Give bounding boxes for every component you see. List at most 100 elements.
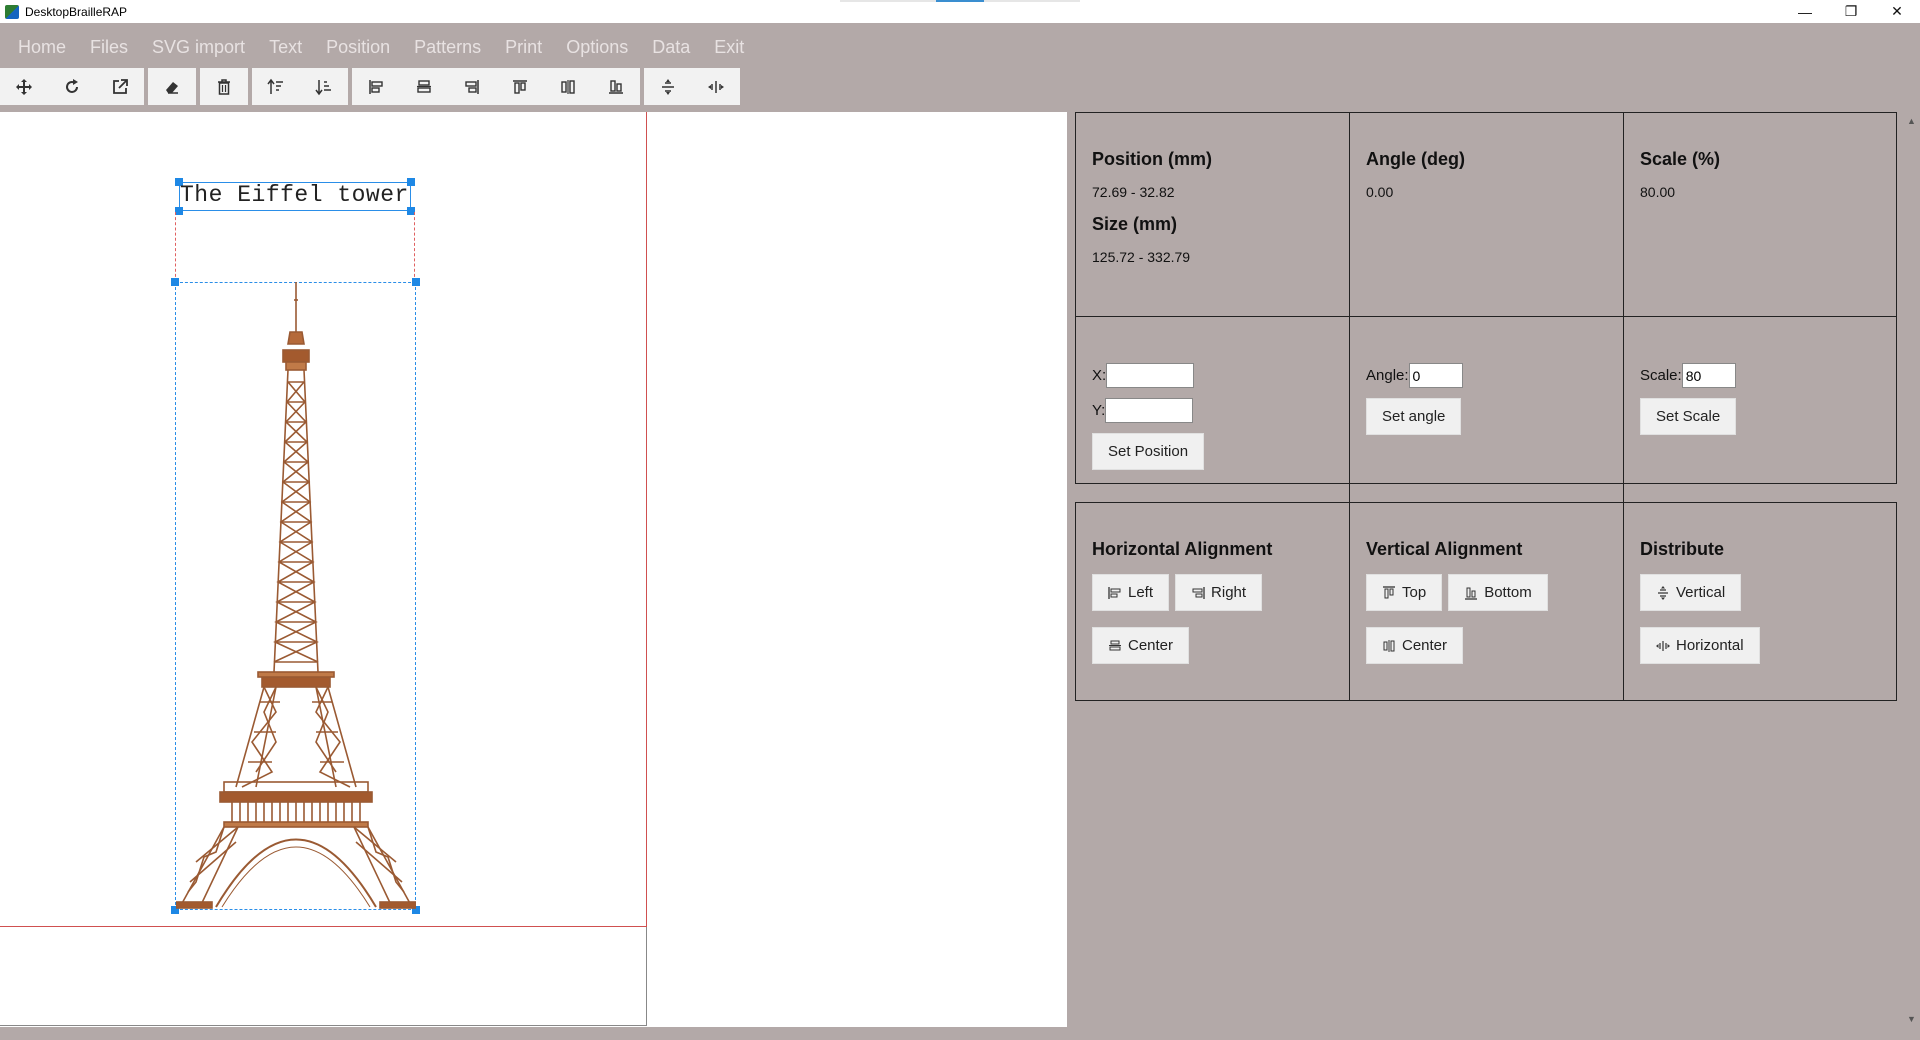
external-link-icon[interactable] [96,68,144,105]
y-label: Y: [1092,402,1106,419]
input-grid: X: Y: Set Position Angle: Set angle Scal… [1075,317,1897,502]
align-v-center-button[interactable]: Center [1366,627,1464,664]
scale-editor: Scale: Set Scale [1624,317,1898,502]
menu-home[interactable]: Home [6,23,78,71]
x-input[interactable] [1106,363,1195,388]
position-info: Position (mm) 72.69 - 32.82 Size (mm) 12… [1076,113,1350,316]
angle-value: 0.00 [1366,184,1394,200]
align-h-center-label: Center [1128,637,1174,654]
eraser-icon[interactable] [148,68,196,105]
set-angle-button[interactable]: Set angle [1366,398,1462,435]
align-left-icon [1108,586,1121,599]
set-angle-label: Set angle [1382,408,1446,425]
set-position-label: Set Position [1108,443,1189,460]
angle-info: Angle (deg) 0.00 [1350,113,1624,316]
alignment-grid: Horizontal Alignment Left Right Center V… [1075,502,1897,701]
size-label: Size (mm) [1092,214,1178,234]
align-bottom-label: Bottom [1484,584,1532,601]
scale-label: Scale (%) [1640,149,1721,169]
align-right-button[interactable]: Right [1175,574,1263,611]
menu-files[interactable]: Files [78,23,140,71]
minimize-button[interactable]: — [1782,0,1828,23]
restore-button[interactable]: ❐ [1828,0,1874,23]
menu-print[interactable]: Print [493,23,554,71]
align-left-label: Left [1128,584,1154,601]
sort-desc-icon[interactable] [300,68,348,105]
menu-text[interactable]: Text [257,23,314,71]
scale-info: Scale (%) 80.00 [1624,113,1898,316]
title-progress [840,0,1080,2]
h-align-label: Horizontal Alignment [1092,539,1273,559]
align-center-v-icon[interactable] [544,68,592,105]
align-center-h-icon [1109,640,1121,650]
trash-icon[interactable] [200,68,248,105]
move-icon[interactable] [0,68,48,105]
eiffel-tower-drawing[interactable] [176,282,416,910]
title-bar: DesktopBrailleRAP — ❐ ✕ [0,0,1920,23]
v-align-label: Vertical Alignment [1366,539,1523,559]
vertical-alignment: Vertical Alignment Top Bottom Center [1350,503,1624,700]
scale-input[interactable] [1681,363,1736,388]
position-editor: X: Y: Set Position [1076,317,1350,502]
align-right-label: Right [1211,584,1247,601]
x-label: X: [1092,367,1107,384]
position-value: 72.69 - 32.82 [1092,184,1175,200]
distribute-horizontal-label: Horizontal [1676,637,1744,654]
align-v-center-label: Center [1402,637,1448,654]
align-top-label: Top [1402,584,1427,601]
properties-panel: Position (mm) 72.69 - 32.82 Size (mm) 12… [1075,112,1897,701]
menu-patterns[interactable]: Patterns [402,23,493,71]
canvas[interactable]: The Eiffel tower [0,112,1067,1027]
menu-position[interactable]: Position [314,23,402,71]
canvas-caption[interactable]: The Eiffel tower [180,182,409,208]
align-bottom-icon[interactable] [592,68,640,105]
menu-options[interactable]: Options [554,23,640,71]
angle-label: Angle (deg) [1366,149,1465,169]
set-position-button[interactable]: Set Position [1092,433,1205,470]
menu-bar: Home Files SVG import Text Position Patt… [0,23,1920,71]
distribute-horizontal-icon[interactable] [692,68,740,105]
angle-input-label: Angle: [1366,367,1409,384]
distribute-horizontal-button[interactable]: Horizontal [1640,627,1760,664]
scale-value: 80.00 [1640,184,1676,200]
menu-data[interactable]: Data [640,23,702,71]
distribute-label: Distribute [1640,539,1725,559]
align-bottom-button[interactable]: Bottom [1448,574,1548,611]
align-right-icon[interactable] [448,68,496,105]
y-input[interactable] [1105,398,1194,423]
angle-editor: Angle: Set angle [1350,317,1624,502]
align-left-icon[interactable] [352,68,400,105]
horizontal-alignment: Horizontal Alignment Left Right Center [1076,503,1350,700]
align-right-icon [1192,586,1205,599]
distribute-vertical-label: Vertical [1676,584,1726,601]
size-value: 125.72 - 332.79 [1092,249,1191,265]
align-center-v-icon [1383,639,1395,652]
window-title: DesktopBrailleRAP [25,4,128,19]
set-scale-button[interactable]: Set Scale [1640,398,1737,435]
distribute-horizontal-icon [1656,640,1670,651]
distribute-vertical-icon[interactable] [644,68,692,105]
align-center-h-icon[interactable] [400,68,448,105]
align-top-icon [1383,585,1395,598]
align-top-icon[interactable] [496,68,544,105]
info-grid: Position (mm) 72.69 - 32.82 Size (mm) 12… [1075,112,1897,317]
align-h-center-button[interactable]: Center [1092,627,1190,664]
rotate-icon[interactable] [48,68,96,105]
scroll-down-icon[interactable]: ▼ [1903,1010,1920,1027]
align-top-button[interactable]: Top [1366,574,1443,611]
app-icon [5,4,19,19]
menu-svg-import[interactable]: SVG import [140,23,257,71]
sort-asc-icon[interactable] [252,68,300,105]
close-button[interactable]: ✕ [1874,0,1920,23]
scroll-up-icon[interactable]: ▲ [1903,112,1920,129]
vertical-scrollbar[interactable]: ▲ ▼ [1903,112,1920,1027]
scale-input-label: Scale: [1640,367,1682,384]
group-outline [175,212,415,282]
menu-exit[interactable]: Exit [702,23,756,71]
angle-input[interactable] [1408,363,1463,388]
distribute-vertical-button[interactable]: Vertical [1640,574,1742,611]
align-left-button[interactable]: Left [1092,574,1170,611]
position-label: Position (mm) [1092,149,1212,169]
distribute-vertical-icon [1658,585,1668,600]
distribute: Distribute Vertical Horizontal [1624,503,1898,700]
